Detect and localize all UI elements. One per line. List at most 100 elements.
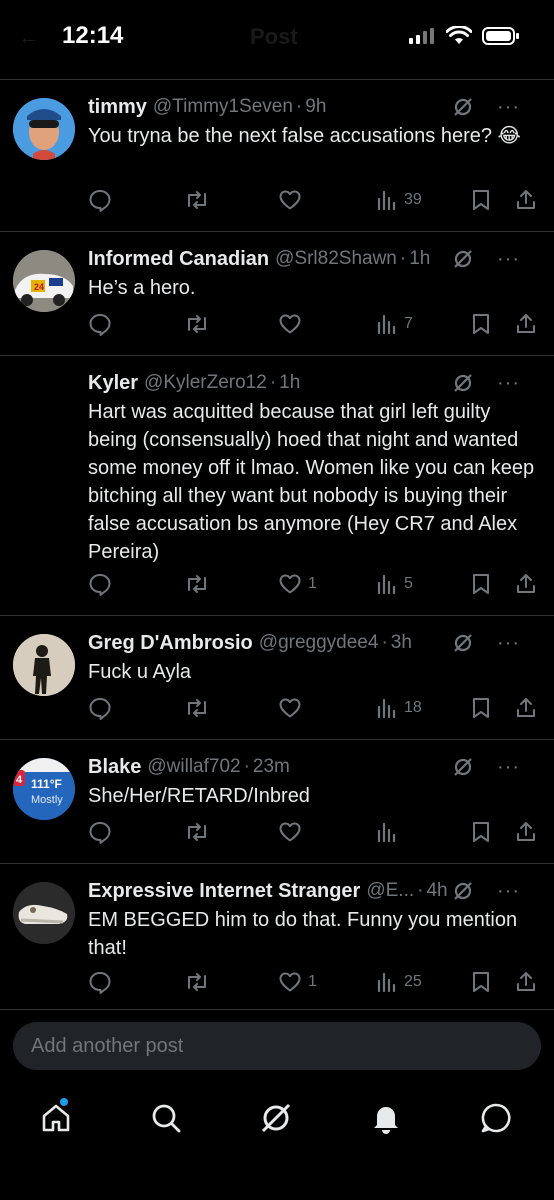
reply-icon: [89, 190, 111, 212]
more-icon[interactable]: ···: [497, 248, 520, 271]
more-icon[interactable]: ···: [497, 372, 520, 395]
repost-button[interactable]: [184, 570, 210, 598]
view-count: 39: [404, 191, 422, 208]
weather-badge: 4: [16, 774, 23, 786]
avatar[interactable]: [13, 634, 75, 696]
reply-compose-input[interactable]: Add another post: [13, 1022, 541, 1070]
grok-icon[interactable]: [452, 756, 474, 778]
weather-condition: Mostly: [31, 794, 63, 806]
bookmark-button[interactable]: [470, 694, 492, 722]
reply-post[interactable]: Expressive Internet Stranger @E... · 4h …: [0, 864, 554, 1010]
post-time[interactable]: 23m: [253, 756, 290, 778]
reply-post[interactable]: 4 111°F Mostly Blake @willaf702 · 23m ··…: [0, 740, 554, 864]
repost-button[interactable]: [184, 310, 210, 338]
like-icon: [279, 190, 301, 210]
share-button[interactable]: [514, 186, 538, 214]
view-count: 7: [404, 315, 413, 332]
share-button[interactable]: [514, 694, 538, 722]
author-name[interactable]: timmy: [88, 96, 147, 119]
views-button[interactable]: 25: [376, 968, 422, 996]
like-button[interactable]: [278, 694, 308, 722]
reply-button[interactable]: [88, 694, 112, 722]
author-handle[interactable]: @E...: [366, 880, 414, 902]
author-name[interactable]: Greg D'Ambrosio: [88, 632, 253, 655]
svg-text:24: 24: [34, 282, 44, 292]
like-icon: [279, 574, 301, 594]
repost-button[interactable]: [184, 968, 210, 996]
tab-home[interactable]: [36, 1098, 76, 1138]
like-button[interactable]: [278, 818, 308, 846]
author-handle[interactable]: @Srl82Shawn: [275, 248, 397, 270]
reply-button[interactable]: [88, 968, 112, 996]
author-name[interactable]: Informed Canadian: [88, 248, 269, 271]
back-arrow-icon[interactable]: ←: [18, 24, 40, 50]
reply-post[interactable]: 24 Informed Canadian @Srl82Shawn · 1h ··…: [0, 232, 554, 356]
status-time: 12:14: [62, 22, 124, 49]
bookmark-button[interactable]: [470, 310, 492, 338]
more-icon[interactable]: ···: [497, 756, 520, 779]
reply-post[interactable]: Kyler @KylerZero12 · 1h ··· Hart was acq…: [0, 356, 554, 616]
post-text: Fuck u Ayla: [88, 661, 192, 683]
like-button[interactable]: 1: [278, 570, 317, 598]
like-button[interactable]: 1: [278, 968, 317, 996]
post-time[interactable]: 1h: [409, 248, 430, 270]
share-button[interactable]: [514, 310, 538, 338]
avatar[interactable]: [13, 882, 75, 944]
post-time[interactable]: 3h: [391, 632, 412, 654]
avatar[interactable]: 24: [13, 250, 75, 312]
author-handle[interactable]: @greggydee4: [259, 632, 379, 654]
views-button[interactable]: 39: [376, 186, 422, 214]
more-icon[interactable]: ···: [497, 880, 520, 903]
share-button[interactable]: [514, 570, 538, 598]
post-time[interactable]: 1h: [279, 372, 300, 394]
author-name[interactable]: Expressive Internet Stranger: [88, 880, 360, 903]
views-button[interactable]: 5: [376, 570, 413, 598]
share-button[interactable]: [514, 818, 538, 846]
bookmark-button[interactable]: [470, 570, 492, 598]
tab-messages[interactable]: [476, 1098, 516, 1138]
bookmark-button[interactable]: [470, 968, 492, 996]
reply-post[interactable]: Greg D'Ambrosio @greggydee4 · 3h ··· Fuc…: [0, 616, 554, 740]
views-button[interactable]: [376, 818, 404, 846]
author-name[interactable]: Kyler: [88, 372, 138, 395]
repost-button[interactable]: [184, 186, 210, 214]
reply-button[interactable]: [88, 570, 112, 598]
share-button[interactable]: [514, 968, 538, 996]
grok-icon[interactable]: [452, 248, 474, 270]
signal-icon: [409, 28, 434, 44]
post-time[interactable]: 4h: [426, 880, 447, 902]
like-button[interactable]: [278, 310, 308, 338]
post-time[interactable]: 9h: [305, 96, 326, 118]
status-bar: ← 12:14 Post: [0, 0, 554, 80]
repost-button[interactable]: [184, 818, 210, 846]
tab-search[interactable]: [146, 1098, 186, 1138]
views-icon: [377, 698, 396, 719]
bookmark-button[interactable]: [470, 818, 492, 846]
repost-button[interactable]: [184, 694, 210, 722]
more-icon[interactable]: ···: [497, 632, 520, 655]
tab-notifications[interactable]: [366, 1098, 406, 1138]
reply-button[interactable]: [88, 310, 112, 338]
grok-icon[interactable]: [452, 372, 474, 394]
author-handle[interactable]: @willaf702: [147, 756, 240, 778]
views-button[interactable]: 18: [376, 694, 422, 722]
views-icon: [377, 190, 396, 211]
more-icon[interactable]: ···: [497, 96, 520, 119]
avatar[interactable]: 4 111°F Mostly: [13, 758, 75, 820]
bookmark-button[interactable]: [470, 186, 492, 214]
action-bar: 39: [88, 186, 538, 214]
reply-post[interactable]: timmy @Timmy1Seven · 9h ··· You tryna be…: [0, 80, 554, 232]
like-button[interactable]: [278, 186, 308, 214]
author-name[interactable]: Blake: [88, 756, 141, 779]
avatar[interactable]: [13, 98, 75, 160]
author-handle[interactable]: @Timmy1Seven: [153, 96, 293, 118]
grok-icon[interactable]: [452, 880, 474, 902]
grok-icon[interactable]: [452, 96, 474, 118]
reply-button[interactable]: [88, 818, 112, 846]
action-bar: [88, 818, 538, 846]
views-button[interactable]: 7: [376, 310, 413, 338]
reply-button[interactable]: [88, 186, 112, 214]
grok-icon[interactable]: [452, 632, 474, 654]
author-handle[interactable]: @KylerZero12: [144, 372, 267, 394]
tab-grok[interactable]: [256, 1098, 296, 1138]
